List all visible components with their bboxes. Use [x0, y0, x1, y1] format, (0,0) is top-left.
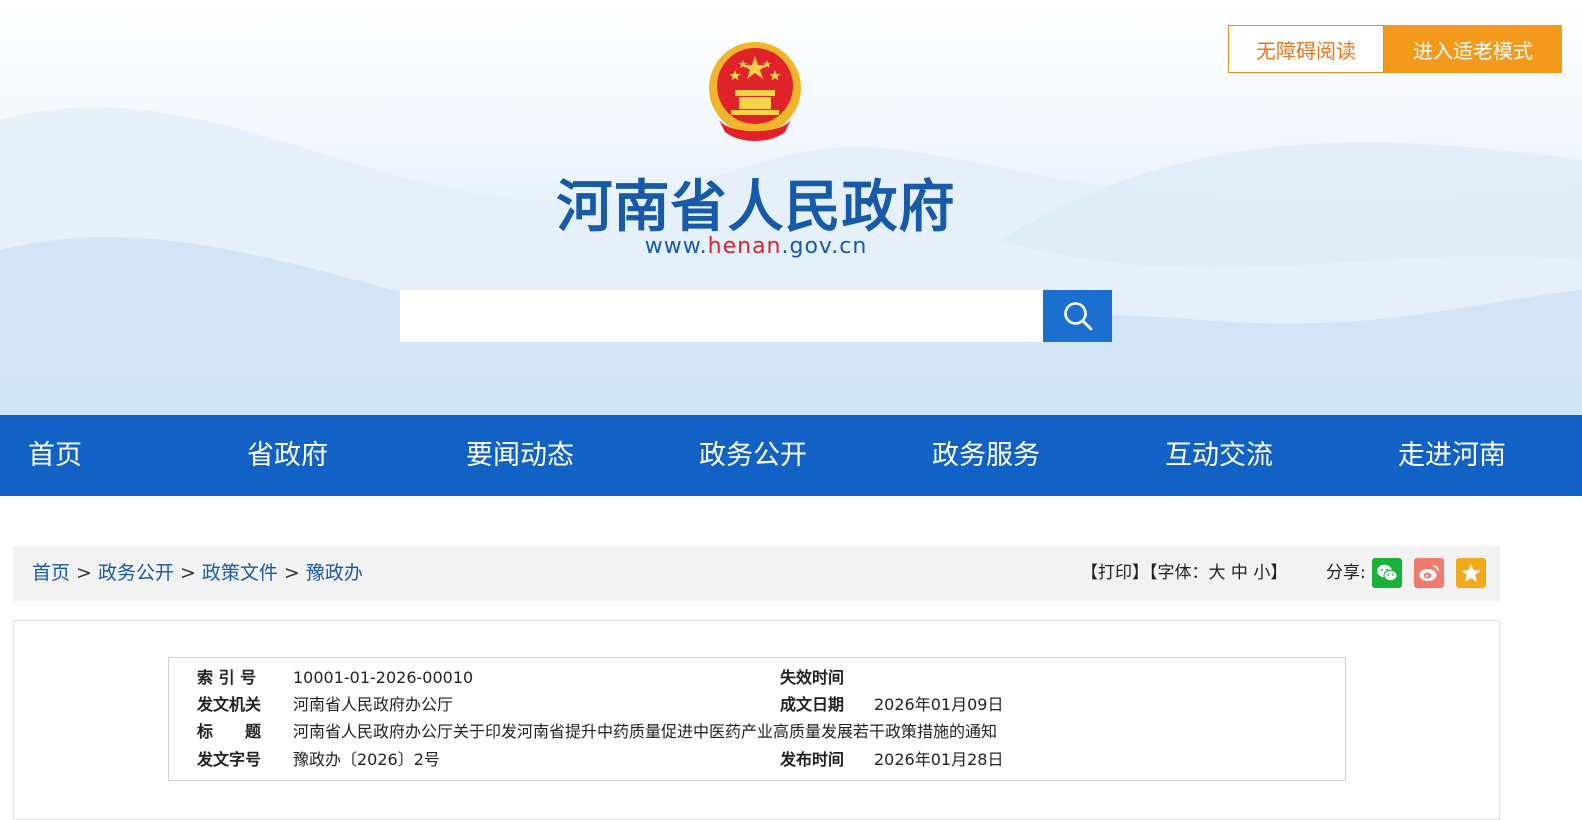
search-button[interactable]: [1043, 290, 1112, 342]
nav-item-government[interactable]: 省政府: [247, 415, 328, 496]
weibo-icon: [1419, 565, 1439, 581]
breadcrumb-policy-files[interactable]: 政策文件: [202, 562, 278, 584]
info-row: 索 引 号 10001-01-2026-00010 失效时间: [169, 664, 1347, 691]
nav-item-gov-affairs[interactable]: 政务公开: [699, 415, 807, 496]
issuer-label: 发文机关: [197, 695, 262, 714]
wechat-share-button[interactable]: [1372, 558, 1402, 588]
favorite-button[interactable]: [1456, 558, 1486, 588]
nav-item-interaction[interactable]: 互动交流: [1165, 415, 1273, 496]
publish-time-label: 发布时间: [780, 750, 845, 769]
url-highlight: henan: [707, 234, 782, 259]
weibo-share-button[interactable]: [1414, 558, 1444, 588]
site-header: 无障碍阅读 进入适老模式 河南省人民政府 www.henan.gov.cn: [0, 0, 1582, 415]
document-number-value: 豫政办〔2026〕2号: [293, 750, 440, 769]
site-url: www.henan.gov.cn: [0, 234, 1512, 259]
elder-mode-button[interactable]: 进入适老模式: [1384, 25, 1562, 73]
font-large-link[interactable]: 大: [1209, 563, 1226, 583]
expiry-time-label: 失效时间: [780, 668, 845, 687]
url-prefix: www.: [644, 234, 708, 259]
site-title: 河南省人民政府: [556, 175, 956, 240]
font-size-suffix: 】: [1270, 563, 1288, 583]
nav-item-home[interactable]: 首页: [28, 415, 82, 496]
nav-item-news[interactable]: 要闻动态: [466, 415, 574, 496]
wechat-icon: [1377, 564, 1398, 582]
publish-time-value: 2026年01月28日: [874, 750, 1004, 769]
breadcrumb-home[interactable]: 首页: [32, 562, 70, 584]
title-label: 标 题: [197, 722, 262, 741]
breadcrumb-separator: >: [179, 562, 196, 584]
breadcrumb-bar: 首页 > 政务公开 > 政策文件 > 豫政办 【打印】【字体：大 中 小】 分享:: [13, 546, 1500, 601]
title-value: 河南省人民政府办公厅关于印发河南省提升中药质量促进中医药产业高质量发展若干政策措…: [293, 722, 998, 741]
breadcrumb-gov-affairs[interactable]: 政务公开: [98, 562, 174, 584]
written-date-label: 成文日期: [780, 695, 845, 714]
breadcrumb: 首页 > 政务公开 > 政策文件 > 豫政办: [32, 546, 363, 601]
url-suffix: .gov.cn: [781, 234, 868, 259]
page-tools: 【打印】【字体：大 中 小】: [1081, 546, 1287, 601]
breadcrumb-yuzhengban[interactable]: 豫政办: [306, 562, 363, 584]
search-input[interactable]: [400, 290, 1043, 342]
star-icon: [1461, 564, 1481, 582]
breadcrumb-separator: >: [76, 562, 92, 584]
nav-item-services[interactable]: 政务服务: [932, 415, 1040, 496]
font-size-prefix: 【字体：: [1149, 563, 1209, 583]
print-link[interactable]: 【打印】: [1081, 563, 1149, 583]
index-number-value: 10001-01-2026-00010: [293, 668, 474, 687]
written-date-value: 2026年01月09日: [874, 695, 1004, 714]
main-nav: 首页 省政府 要闻动态 政务公开 政务服务 互动交流 走进河南: [0, 415, 1582, 496]
accessibility-button[interactable]: 无障碍阅读: [1228, 25, 1384, 73]
font-medium-link[interactable]: 中: [1231, 563, 1248, 583]
index-number-label: 索 引 号: [197, 668, 257, 687]
font-small-link[interactable]: 小: [1253, 563, 1270, 583]
info-row: 标 题 河南省人民政府办公厅关于印发河南省提升中药质量促进中医药产业高质量发展若…: [169, 718, 1347, 745]
nav-item-about-henan[interactable]: 走进河南: [1398, 415, 1506, 496]
info-row: 发文机关 河南省人民政府办公厅 成文日期 2026年01月09日: [169, 691, 1347, 718]
breadcrumb-separator: >: [283, 562, 300, 584]
issuer-value: 河南省人民政府办公厅: [293, 695, 454, 714]
search-icon: [1063, 302, 1092, 331]
accessibility-toolbar: 无障碍阅读 进入适老模式: [1228, 25, 1562, 73]
document-info-table: 索 引 号 10001-01-2026-00010 失效时间 发文机关 河南省人…: [168, 657, 1346, 781]
document-number-label: 发文字号: [197, 750, 262, 769]
info-row: 发文字号 豫政办〔2026〕2号 发布时间 2026年01月28日: [169, 746, 1347, 773]
national-emblem-icon: [709, 42, 801, 141]
share-label: 分享:: [1326, 563, 1366, 583]
